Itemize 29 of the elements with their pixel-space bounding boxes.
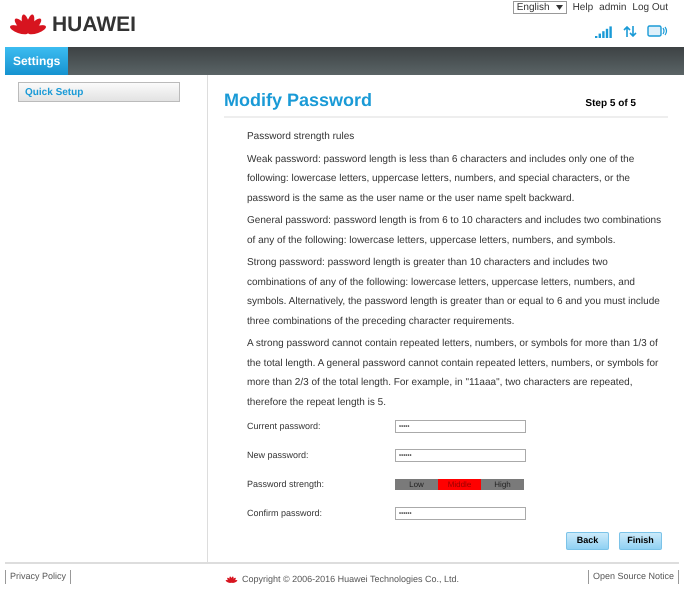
strength-segment: High (481, 479, 524, 490)
header-link[interactable]: Log Out (632, 0, 668, 15)
footer-link[interactable]: Privacy Policy (5, 570, 72, 584)
rule-paragraph: Weak password: password length is less than 6 characters and includes only one of the following: lowercase letters, uppercase letters, numbers, and special characters, or the password is the same as the user name or the user name spelt backward. (247, 152, 636, 206)
form-label: Password strength: (247, 478, 326, 491)
wizard-button[interactable]: Finish (619, 532, 662, 550)
logo-icon (8, 13, 48, 36)
header-link[interactable]: Help (572, 0, 594, 15)
footer-link[interactable]: Open Source Notice (588, 570, 680, 584)
rule-paragraph: General password: password length is from 6 to 10 characters and includes two combinations of any of the following: lowercase letters, uppercase letters, numbers, and symbols. (247, 214, 662, 248)
signal-icon (595, 26, 613, 38)
strength-segment: Middle (438, 479, 481, 490)
form-label: Current password: (247, 420, 322, 433)
rule-paragraph: Strong password: password length is greater than 10 characters and includes two combinations of any of the following: lowercase letters, uppercase letters, numbers, and symbols. Alternatively, the password length is greater than or equal to 6 and you must include three combinations of the preceding character requirements. (247, 256, 661, 328)
logo-text: HUAWEI (52, 12, 136, 38)
header-link[interactable]: admin (599, 0, 626, 15)
dropdown-arrow-icon (556, 5, 563, 10)
wizard-button[interactable]: Back (566, 532, 609, 550)
rule-paragraph: Password strength rules (247, 130, 356, 144)
page-title: Modify Password (224, 89, 372, 112)
language-select[interactable]: English (512, 1, 567, 14)
data-transfer-icon (623, 25, 637, 38)
form-label: New password: (247, 448, 310, 462)
copyright-text: Copyright © 2006-2016 Huawei Technologies Co., Ltd. (242, 573, 460, 586)
rule-paragraph: A strong password cannot contain repeated letters, numbers, or symbols for more than 1/3 of the total length. A general password cannot contain repeated letters, numbers, or symbols for more than 2/3 of the total length. For example, in "11aaa", two characters are repeated, therefore the repeat length is 5. (247, 337, 660, 410)
step-indicator: Step 5 of 5 (585, 97, 636, 111)
logo-icon (224, 576, 238, 584)
strength-segment: Low (395, 479, 438, 490)
form-label: Confirm password: (247, 506, 324, 520)
